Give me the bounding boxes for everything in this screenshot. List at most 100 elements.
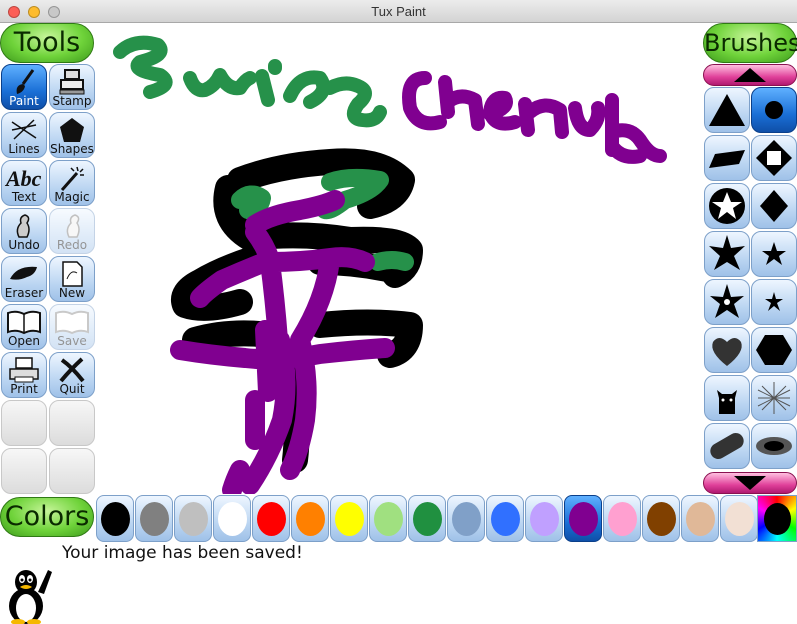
- color-pink-swatch[interactable]: [603, 495, 641, 542]
- color-dot: [374, 502, 403, 536]
- color-black-swatch[interactable]: [96, 495, 134, 542]
- capsule-brush-icon: [710, 433, 744, 459]
- tool-label: Eraser: [4, 286, 44, 300]
- brush-option-button[interactable]: [751, 87, 797, 133]
- flower-dotted-brush-icon: [710, 284, 744, 318]
- tool-label: Magic: [54, 190, 90, 204]
- color-blue-swatch[interactable]: [486, 495, 524, 542]
- tool-label: Redo: [56, 238, 88, 252]
- color-tan-swatch[interactable]: [681, 495, 719, 542]
- tool-open-button[interactable]: Open: [1, 304, 47, 350]
- brush-option-button[interactable]: [751, 375, 797, 421]
- brush-option-button[interactable]: [704, 279, 750, 325]
- color-gray-swatch[interactable]: [135, 495, 173, 542]
- star-outline-brush-icon: [709, 188, 745, 224]
- text-abc-icon: Abc: [2, 163, 46, 193]
- color-dot: [647, 502, 676, 536]
- tool-shapes-button[interactable]: Shapes: [49, 112, 95, 158]
- color-lavender-swatch[interactable]: [525, 495, 563, 542]
- brush-option-button[interactable]: [704, 423, 750, 469]
- brush-option-button[interactable]: [704, 327, 750, 373]
- brush-option-button[interactable]: [751, 279, 797, 325]
- brush-option-button[interactable]: [751, 327, 797, 373]
- tools-header: Tools: [0, 23, 94, 63]
- color-dot: [452, 502, 481, 536]
- color-light-gray-swatch[interactable]: [174, 495, 212, 542]
- brushes-scroll-down-button[interactable]: [703, 472, 797, 494]
- color-steel-blue-swatch[interactable]: [447, 495, 485, 542]
- color-dot: [413, 502, 442, 536]
- triangle-brush-icon: [709, 94, 745, 126]
- flower-large-brush-icon: [709, 235, 745, 270]
- color-white-swatch[interactable]: [213, 495, 251, 542]
- tool-print-button[interactable]: Print: [1, 352, 47, 398]
- color-purple-swatch[interactable]: [564, 495, 602, 542]
- eraser-icon: [2, 259, 46, 289]
- brush-option-button[interactable]: [751, 423, 797, 469]
- color-picker-button[interactable]: [757, 495, 797, 542]
- stamp-icon: [50, 67, 94, 97]
- tool-quit-button[interactable]: Quit: [49, 352, 95, 398]
- brushes-scroll-up-button[interactable]: [703, 64, 797, 86]
- drawing-canvas[interactable]: [96, 23, 702, 494]
- brush-option-button[interactable]: [704, 183, 750, 229]
- tool-eraser-button[interactable]: Eraser: [1, 256, 47, 302]
- brush-option-button[interactable]: [704, 231, 750, 277]
- window-title: Tux Paint: [371, 4, 426, 19]
- printer-icon: [2, 355, 46, 385]
- tool-label: Save: [57, 334, 87, 348]
- tool-new-button[interactable]: New: [49, 256, 95, 302]
- color-orange-swatch[interactable]: [291, 495, 329, 542]
- color-red-swatch[interactable]: [252, 495, 290, 542]
- color-dot: [530, 502, 559, 536]
- tool-save-button[interactable]: Save: [49, 304, 95, 350]
- tool-magic-button[interactable]: Magic: [49, 160, 95, 206]
- cat-brush-icon: [717, 390, 737, 414]
- tool-paint-button[interactable]: Paint: [1, 64, 47, 110]
- tool-label: New: [58, 286, 86, 300]
- color-dot: [257, 502, 286, 536]
- empty-tool-slot: [49, 448, 95, 494]
- color-green-swatch[interactable]: [408, 495, 446, 542]
- colors-header: Colors: [0, 497, 94, 537]
- svg-text:Abc: Abc: [4, 166, 42, 191]
- color-beige-swatch[interactable]: [720, 495, 758, 542]
- tool-lines-button[interactable]: Lines: [1, 112, 47, 158]
- color-dot: [179, 502, 208, 536]
- tool-label: Open: [7, 334, 41, 348]
- empty-tool-slot: [49, 400, 95, 446]
- brush-option-button[interactable]: [704, 375, 750, 421]
- quit-x-icon: [50, 355, 94, 385]
- brush-option-button[interactable]: [704, 87, 750, 133]
- lines-icon: [2, 115, 46, 145]
- tool-label: Undo: [8, 238, 40, 252]
- color-dot: [686, 502, 715, 536]
- color-dot: [608, 502, 637, 536]
- color-dot: [101, 502, 130, 536]
- tool-label: Print: [10, 382, 38, 396]
- pentagon-icon: [50, 115, 94, 145]
- color-light-green-swatch[interactable]: [369, 495, 407, 542]
- color-yellow-swatch[interactable]: [330, 495, 368, 542]
- tool-stamp-button[interactable]: Stamp: [49, 64, 95, 110]
- tool-text-button[interactable]: Abc Text: [1, 160, 47, 206]
- color-dot: [296, 502, 325, 536]
- color-brown-swatch[interactable]: [642, 495, 680, 542]
- tool-redo-button[interactable]: Redo: [49, 208, 95, 254]
- redo-icon: [50, 211, 94, 241]
- color-dot: [491, 502, 520, 536]
- color-dot: [218, 502, 247, 536]
- color-dot: [140, 502, 169, 536]
- color-dot: [335, 502, 364, 536]
- purple-scribble-stroke: [402, 71, 667, 164]
- brush-option-button[interactable]: [704, 135, 750, 181]
- empty-tool-slot: [1, 400, 47, 446]
- tool-label: Text: [11, 190, 37, 204]
- title-bar: Tux Paint: [0, 0, 797, 23]
- round-brush-icon: [765, 101, 783, 119]
- tool-undo-button[interactable]: Undo: [1, 208, 47, 254]
- tool-label: Paint: [9, 94, 39, 108]
- brush-option-button[interactable]: [751, 183, 797, 229]
- brush-option-button[interactable]: [751, 135, 797, 181]
- brush-option-button[interactable]: [751, 231, 797, 277]
